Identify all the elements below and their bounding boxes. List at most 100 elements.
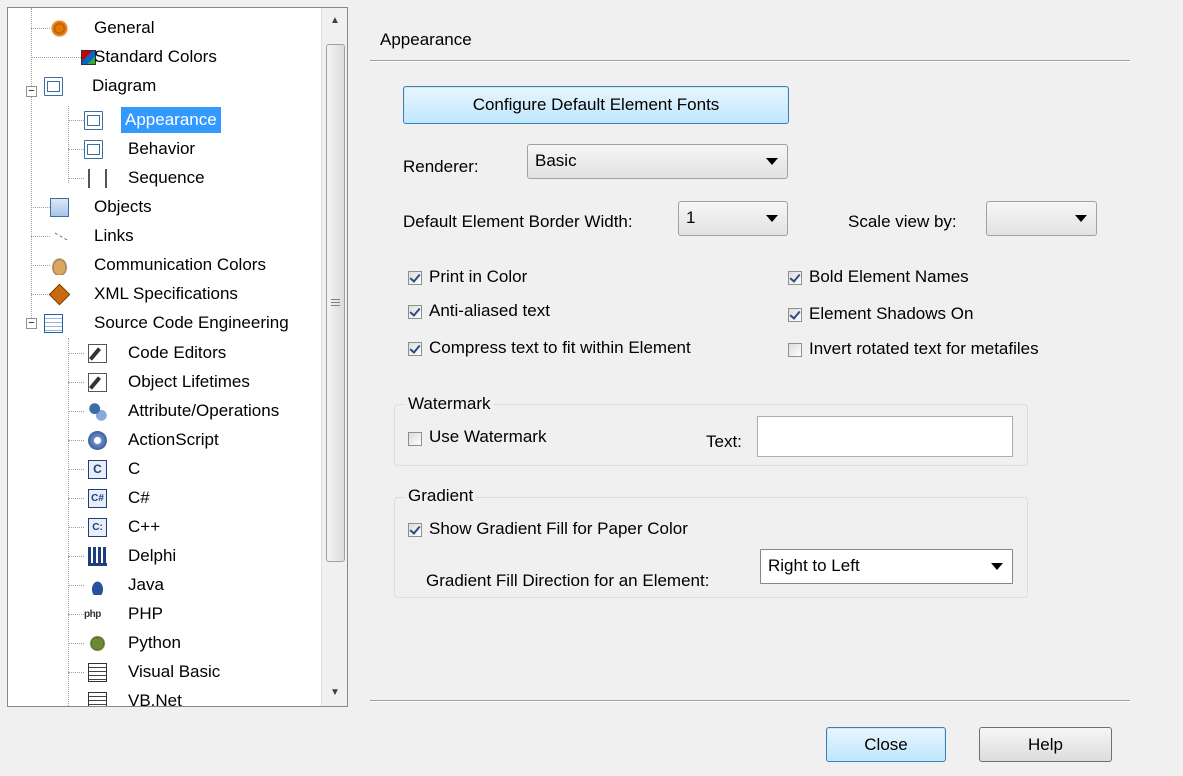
editor-icon [88, 373, 107, 392]
grip-icon [331, 299, 340, 307]
bold-names-checkbox[interactable] [788, 271, 802, 285]
tree-connector [68, 106, 69, 183]
tree-connector [68, 149, 84, 150]
tree-connector [68, 672, 84, 673]
scale-view-select[interactable] [986, 201, 1097, 236]
print-color-label[interactable]: Print in Color [429, 267, 527, 287]
tree-connector [68, 469, 84, 470]
renderer-label: Renderer: [403, 157, 479, 176]
tree-scrollbar[interactable]: ▲ ▼ [321, 8, 347, 706]
use-watermark-checkbox[interactable] [408, 432, 422, 446]
use-watermark-label[interactable]: Use Watermark [429, 427, 546, 447]
attribute-icon [88, 402, 107, 421]
section-divider [370, 60, 1130, 62]
tree-item-label: Appearance [121, 107, 221, 133]
tree-item-label: C [128, 459, 141, 478]
tree-item-label: Delphi [128, 546, 177, 565]
python-icon [88, 634, 107, 653]
tree-item-label: Standard Colors [94, 47, 217, 66]
help-button[interactable]: Help [979, 727, 1112, 762]
tree-item-label: Code Editors [128, 343, 227, 362]
compress-text-label[interactable]: Compress text to fit within Element [429, 338, 691, 358]
cpp-icon: C: [88, 518, 107, 537]
collapse-diagram-toggle[interactable]: − [26, 86, 37, 97]
gradient-direction-select[interactable]: Right to Left [760, 549, 1013, 584]
chevron-down-icon [766, 215, 778, 222]
watermark-title: Watermark [405, 394, 494, 414]
close-button[interactable]: Close [826, 727, 946, 762]
shadows-label[interactable]: Element Shadows On [809, 304, 973, 324]
invert-rotated-checkbox[interactable] [788, 343, 802, 357]
tree-connector [68, 614, 84, 615]
scroll-up-icon[interactable]: ▲ [322, 8, 347, 34]
tree-connector [31, 265, 50, 266]
delphi-icon [88, 547, 107, 566]
border-width-select[interactable]: 1 [678, 201, 788, 236]
bold-names-label[interactable]: Bold Element Names [809, 267, 969, 287]
java-icon [88, 576, 107, 595]
section-title: Appearance [380, 30, 472, 49]
configure-fonts-button[interactable]: Configure Default Element Fonts [403, 86, 789, 124]
gradient-direction-label: Gradient Fill Direction for an Element: [426, 571, 710, 590]
chevron-down-icon [991, 563, 1003, 570]
tree-connector [68, 440, 84, 441]
editor-icon [88, 344, 107, 363]
tree-connector [68, 120, 84, 121]
gradient-title: Gradient [405, 486, 477, 506]
tree-connector [68, 178, 84, 179]
tree-item-label: Python [128, 633, 181, 652]
tree-item-label: Visual Basic [128, 662, 221, 681]
tree-connector [68, 338, 69, 706]
c-language-icon: C [88, 460, 107, 479]
options-tree[interactable]: − − General Standard Colors Diagram Appe… [7, 7, 348, 707]
actionscript-icon [88, 431, 107, 450]
tree-connector [68, 353, 84, 354]
tree-connector [68, 585, 84, 586]
chevron-down-icon [766, 158, 778, 165]
tree-item-label: General [94, 18, 155, 37]
compress-text-checkbox[interactable] [408, 342, 422, 356]
shadows-checkbox[interactable] [788, 308, 802, 322]
border-width-value: 1 [686, 208, 696, 227]
watermark-text-label: Text: [706, 432, 742, 451]
collapse-source-code-toggle[interactable]: − [26, 318, 37, 329]
tree-item-label: ActionScript [128, 430, 219, 449]
diagram-icon [44, 77, 63, 96]
visual-basic-icon [88, 663, 107, 682]
watermark-text-input[interactable] [757, 416, 1013, 457]
tree-connector [68, 556, 84, 557]
show-gradient-checkbox[interactable] [408, 523, 422, 537]
anti-aliased-checkbox[interactable] [408, 305, 422, 319]
tree-connector [68, 411, 84, 412]
tree-connector [31, 28, 50, 29]
tree-connector [68, 527, 84, 528]
tree-connector [31, 207, 50, 208]
csharp-icon: C# [88, 489, 107, 508]
tree-item-label: Diagram [92, 76, 157, 95]
gear-icon [50, 19, 69, 38]
print-color-checkbox[interactable] [408, 271, 422, 285]
show-gradient-label[interactable]: Show Gradient Fill for Paper Color [429, 519, 688, 539]
scrollbar-thumb[interactable] [326, 44, 345, 562]
border-width-label: Default Element Border Width: [403, 212, 633, 231]
anti-aliased-label[interactable]: Anti-aliased text [429, 301, 550, 321]
tree-item-label: XML Specifications [94, 284, 238, 303]
tree-item-label: Behavior [128, 139, 196, 158]
tree-item-label: Source Code Engineering [94, 313, 289, 332]
renderer-select[interactable]: Basic [527, 144, 788, 179]
footer-divider [370, 700, 1130, 702]
tree-connector [31, 8, 32, 326]
tree-connector [31, 236, 50, 237]
tree-connector [31, 294, 50, 295]
gradient-direction-value: Right to Left [768, 556, 860, 575]
tree-item-label: Sequence [128, 168, 205, 187]
tree-item-label: C++ [128, 517, 161, 536]
xml-icon [48, 283, 71, 306]
diagram-icon [84, 111, 103, 130]
invert-rotated-label[interactable]: Invert rotated text for metafiles [809, 339, 1039, 359]
tree-connector [31, 57, 81, 58]
communication-icon [50, 256, 69, 275]
php-icon: php [84, 609, 101, 620]
scroll-down-icon[interactable]: ▼ [322, 680, 347, 706]
scale-view-label: Scale view by: [848, 212, 957, 231]
